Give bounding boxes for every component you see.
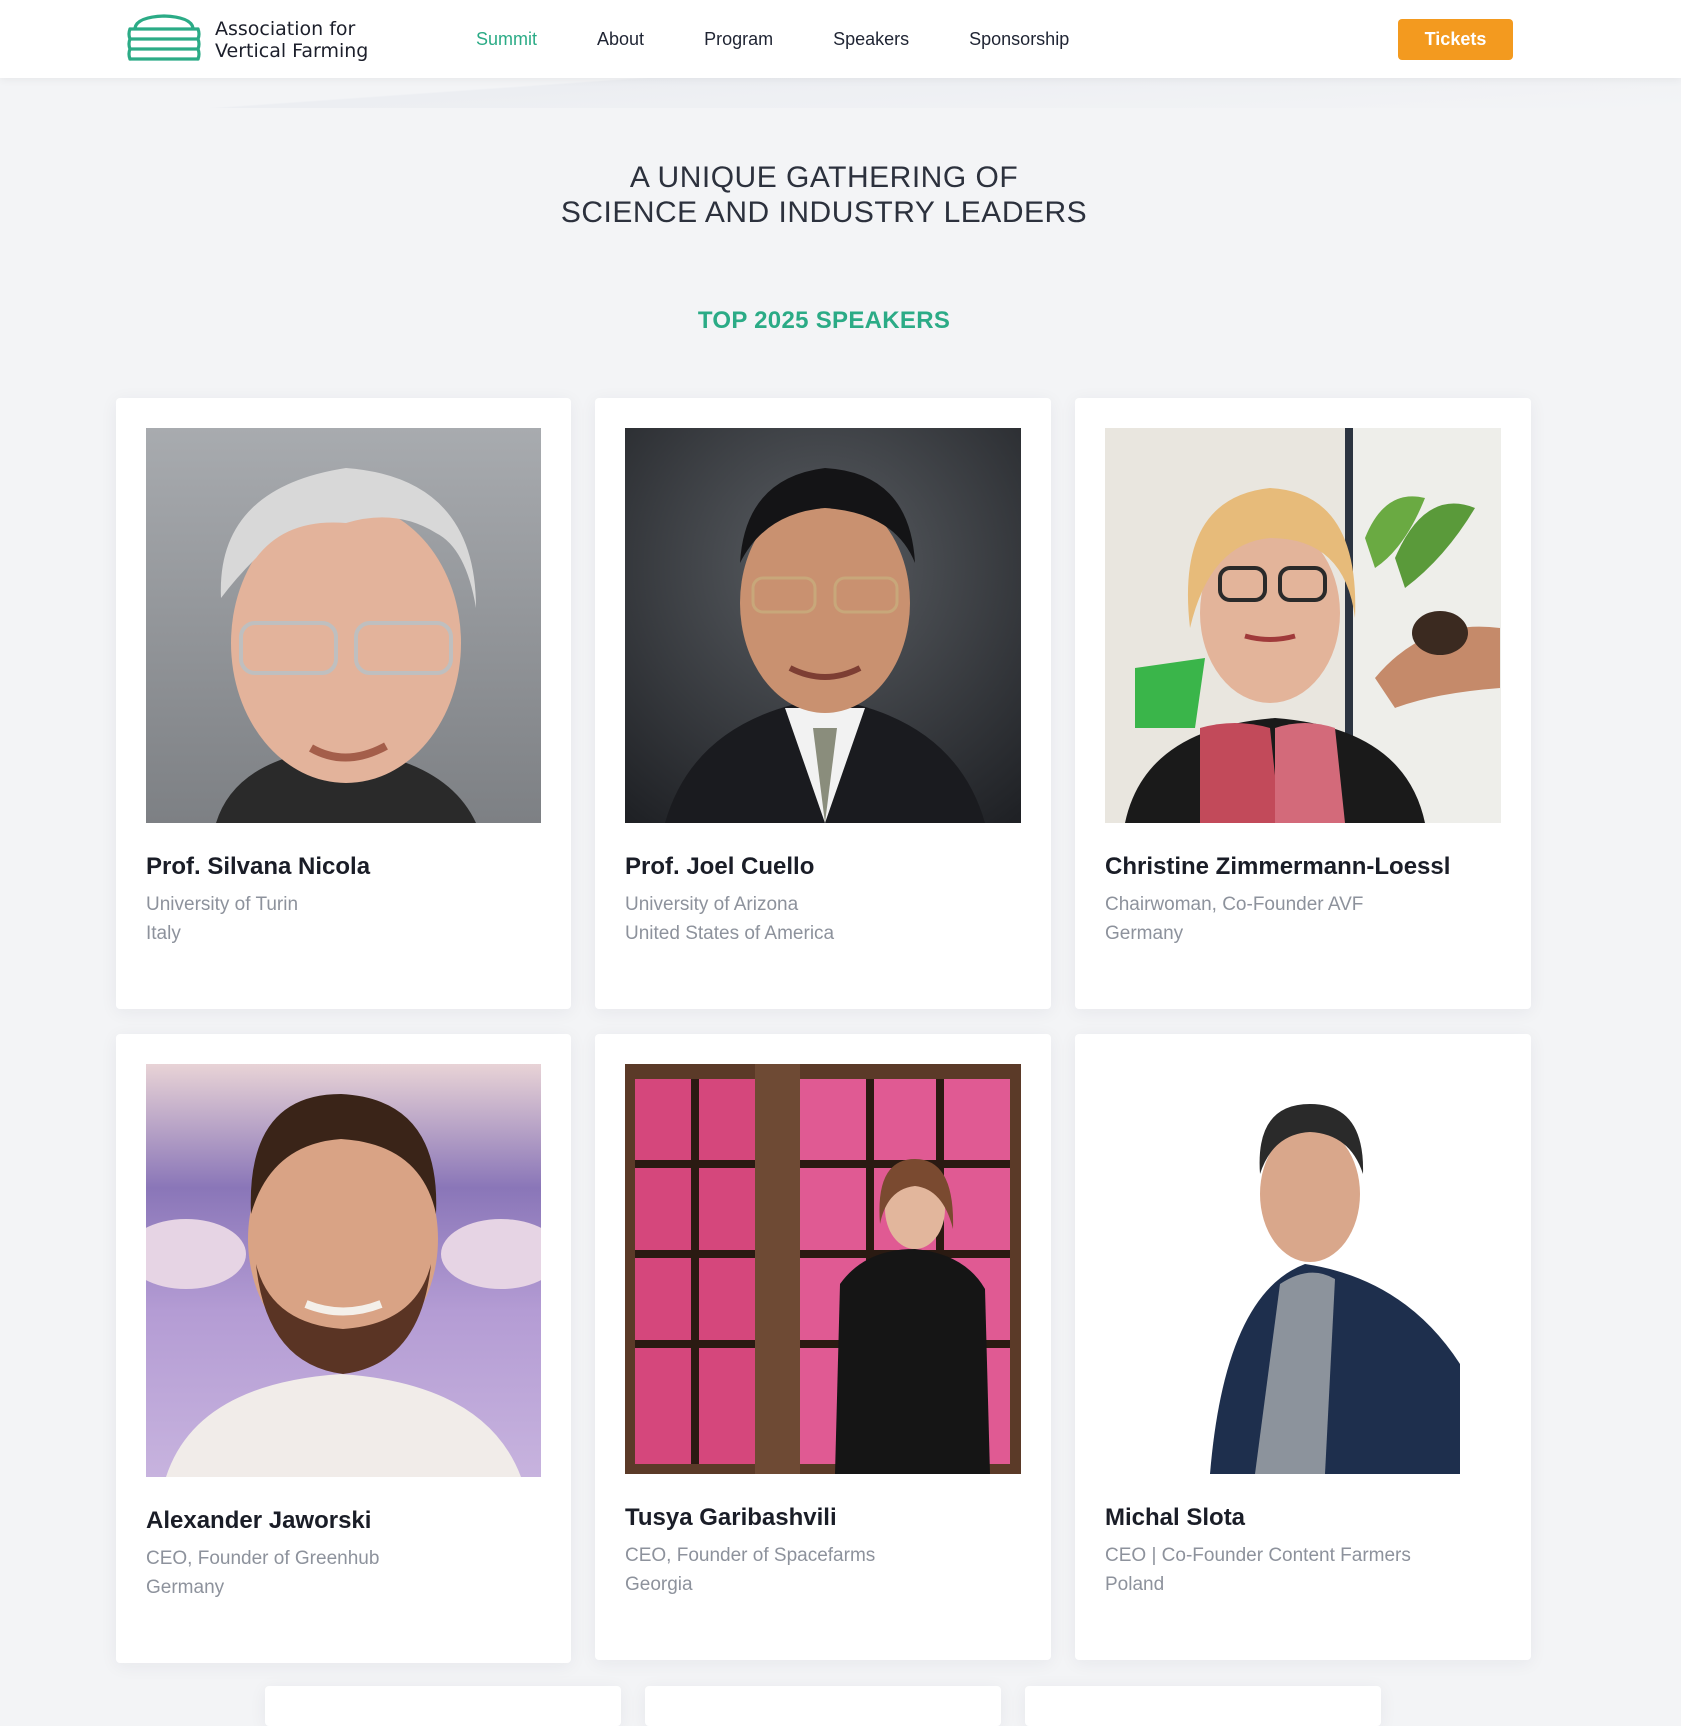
speaker-card[interactable]: Prof. Silvana Nicola University of Turin…: [116, 398, 571, 1009]
speaker-name: Alexander Jaworski: [146, 1507, 372, 1534]
portrait-photo-icon: [625, 1064, 1021, 1474]
speaker-organization: CEO | Co-Founder Content Farmers: [1105, 1545, 1411, 1566]
speaker-country: Germany: [146, 1577, 225, 1598]
speaker-photo: [1105, 1064, 1501, 1474]
speaker-name: Prof. Joel Cuello: [625, 853, 815, 880]
speaker-card[interactable]: Prof. Joel Cuello University of Arizona …: [595, 398, 1051, 1009]
portrait-photo-icon: [625, 428, 1021, 823]
speaker-country: Poland: [1105, 1574, 1165, 1595]
speaker-card[interactable]: Alexander Jaworski CEO, Founder of Green…: [116, 1034, 571, 1663]
portrait-photo-icon: [146, 1064, 541, 1477]
portrait-photo-icon: [1105, 428, 1501, 823]
speaker-organization: University of Arizona: [625, 894, 799, 915]
portrait-photo-icon: [1105, 1064, 1501, 1474]
site-header: Association for Vertical Farming Summit …: [0, 0, 1681, 78]
speaker-card[interactable]: Michal Slota CEO | Co-Founder Content Fa…: [1075, 1034, 1531, 1660]
speaker-photo: [625, 1064, 1021, 1474]
speaker-organization: Chairwoman, Co-Founder AVF: [1105, 894, 1364, 915]
speaker-country: United States of America: [625, 923, 835, 944]
page-title: A UNIQUE GATHERING OF SCIENCE AND INDUST…: [0, 160, 1648, 230]
main-nav: Summit About Program Speakers Sponsorshi…: [476, 26, 1129, 52]
nav-summit[interactable]: Summit: [476, 26, 537, 52]
speaker-name: Michal Slota: [1105, 1504, 1246, 1531]
speaker-card[interactable]: Christine Zimmermann-Loessl Chairwoman, …: [1075, 398, 1531, 1009]
speaker-card[interactable]: [1025, 1686, 1381, 1726]
nav-about[interactable]: About: [597, 26, 644, 52]
vertical-farm-logo-icon: [127, 14, 201, 61]
header-divider: [0, 78, 1681, 108]
speaker-name: Tusya Garibashvili: [625, 1504, 837, 1531]
logo-line-1: Association for: [215, 18, 356, 40]
speaker-organization: University of Turin: [146, 894, 299, 915]
speaker-photo: [146, 428, 541, 823]
speaker-photo: [146, 1064, 541, 1477]
nav-program[interactable]: Program: [704, 26, 773, 52]
speaker-card[interactable]: Tusya Garibashvili CEO, Founder of Space…: [595, 1034, 1051, 1660]
tickets-button[interactable]: Tickets: [1398, 19, 1513, 60]
speaker-country: Italy: [146, 923, 181, 944]
nav-sponsorship[interactable]: Sponsorship: [969, 26, 1069, 52]
speaker-photo: [625, 428, 1021, 823]
logo[interactable]: Association for Vertical Farming: [127, 14, 368, 66]
logo-text: Association for Vertical Farming: [215, 18, 368, 62]
speaker-card[interactable]: [265, 1686, 621, 1726]
speaker-photo: [1105, 428, 1501, 823]
page-title-line-1: A UNIQUE GATHERING OF: [629, 161, 1019, 194]
speaker-name: Prof. Silvana Nicola: [146, 853, 371, 880]
speaker-country: Germany: [1105, 923, 1184, 944]
speaker-organization: CEO, Founder of Spacefarms: [625, 1545, 876, 1566]
section-title: TOP 2025 SPEAKERS: [697, 307, 951, 334]
page-title-line-2: SCIENCE AND INDUSTRY LEADERS: [560, 196, 1088, 229]
speaker-organization: CEO, Founder of Greenhub: [146, 1548, 380, 1569]
speaker-name: Christine Zimmermann-Loessl: [1105, 853, 1451, 880]
portrait-photo-icon: [146, 428, 541, 823]
nav-speakers[interactable]: Speakers: [833, 26, 909, 52]
logo-line-2: Vertical Farming: [215, 40, 369, 62]
speaker-card[interactable]: [645, 1686, 1001, 1726]
speaker-country: Georgia: [625, 1574, 693, 1595]
